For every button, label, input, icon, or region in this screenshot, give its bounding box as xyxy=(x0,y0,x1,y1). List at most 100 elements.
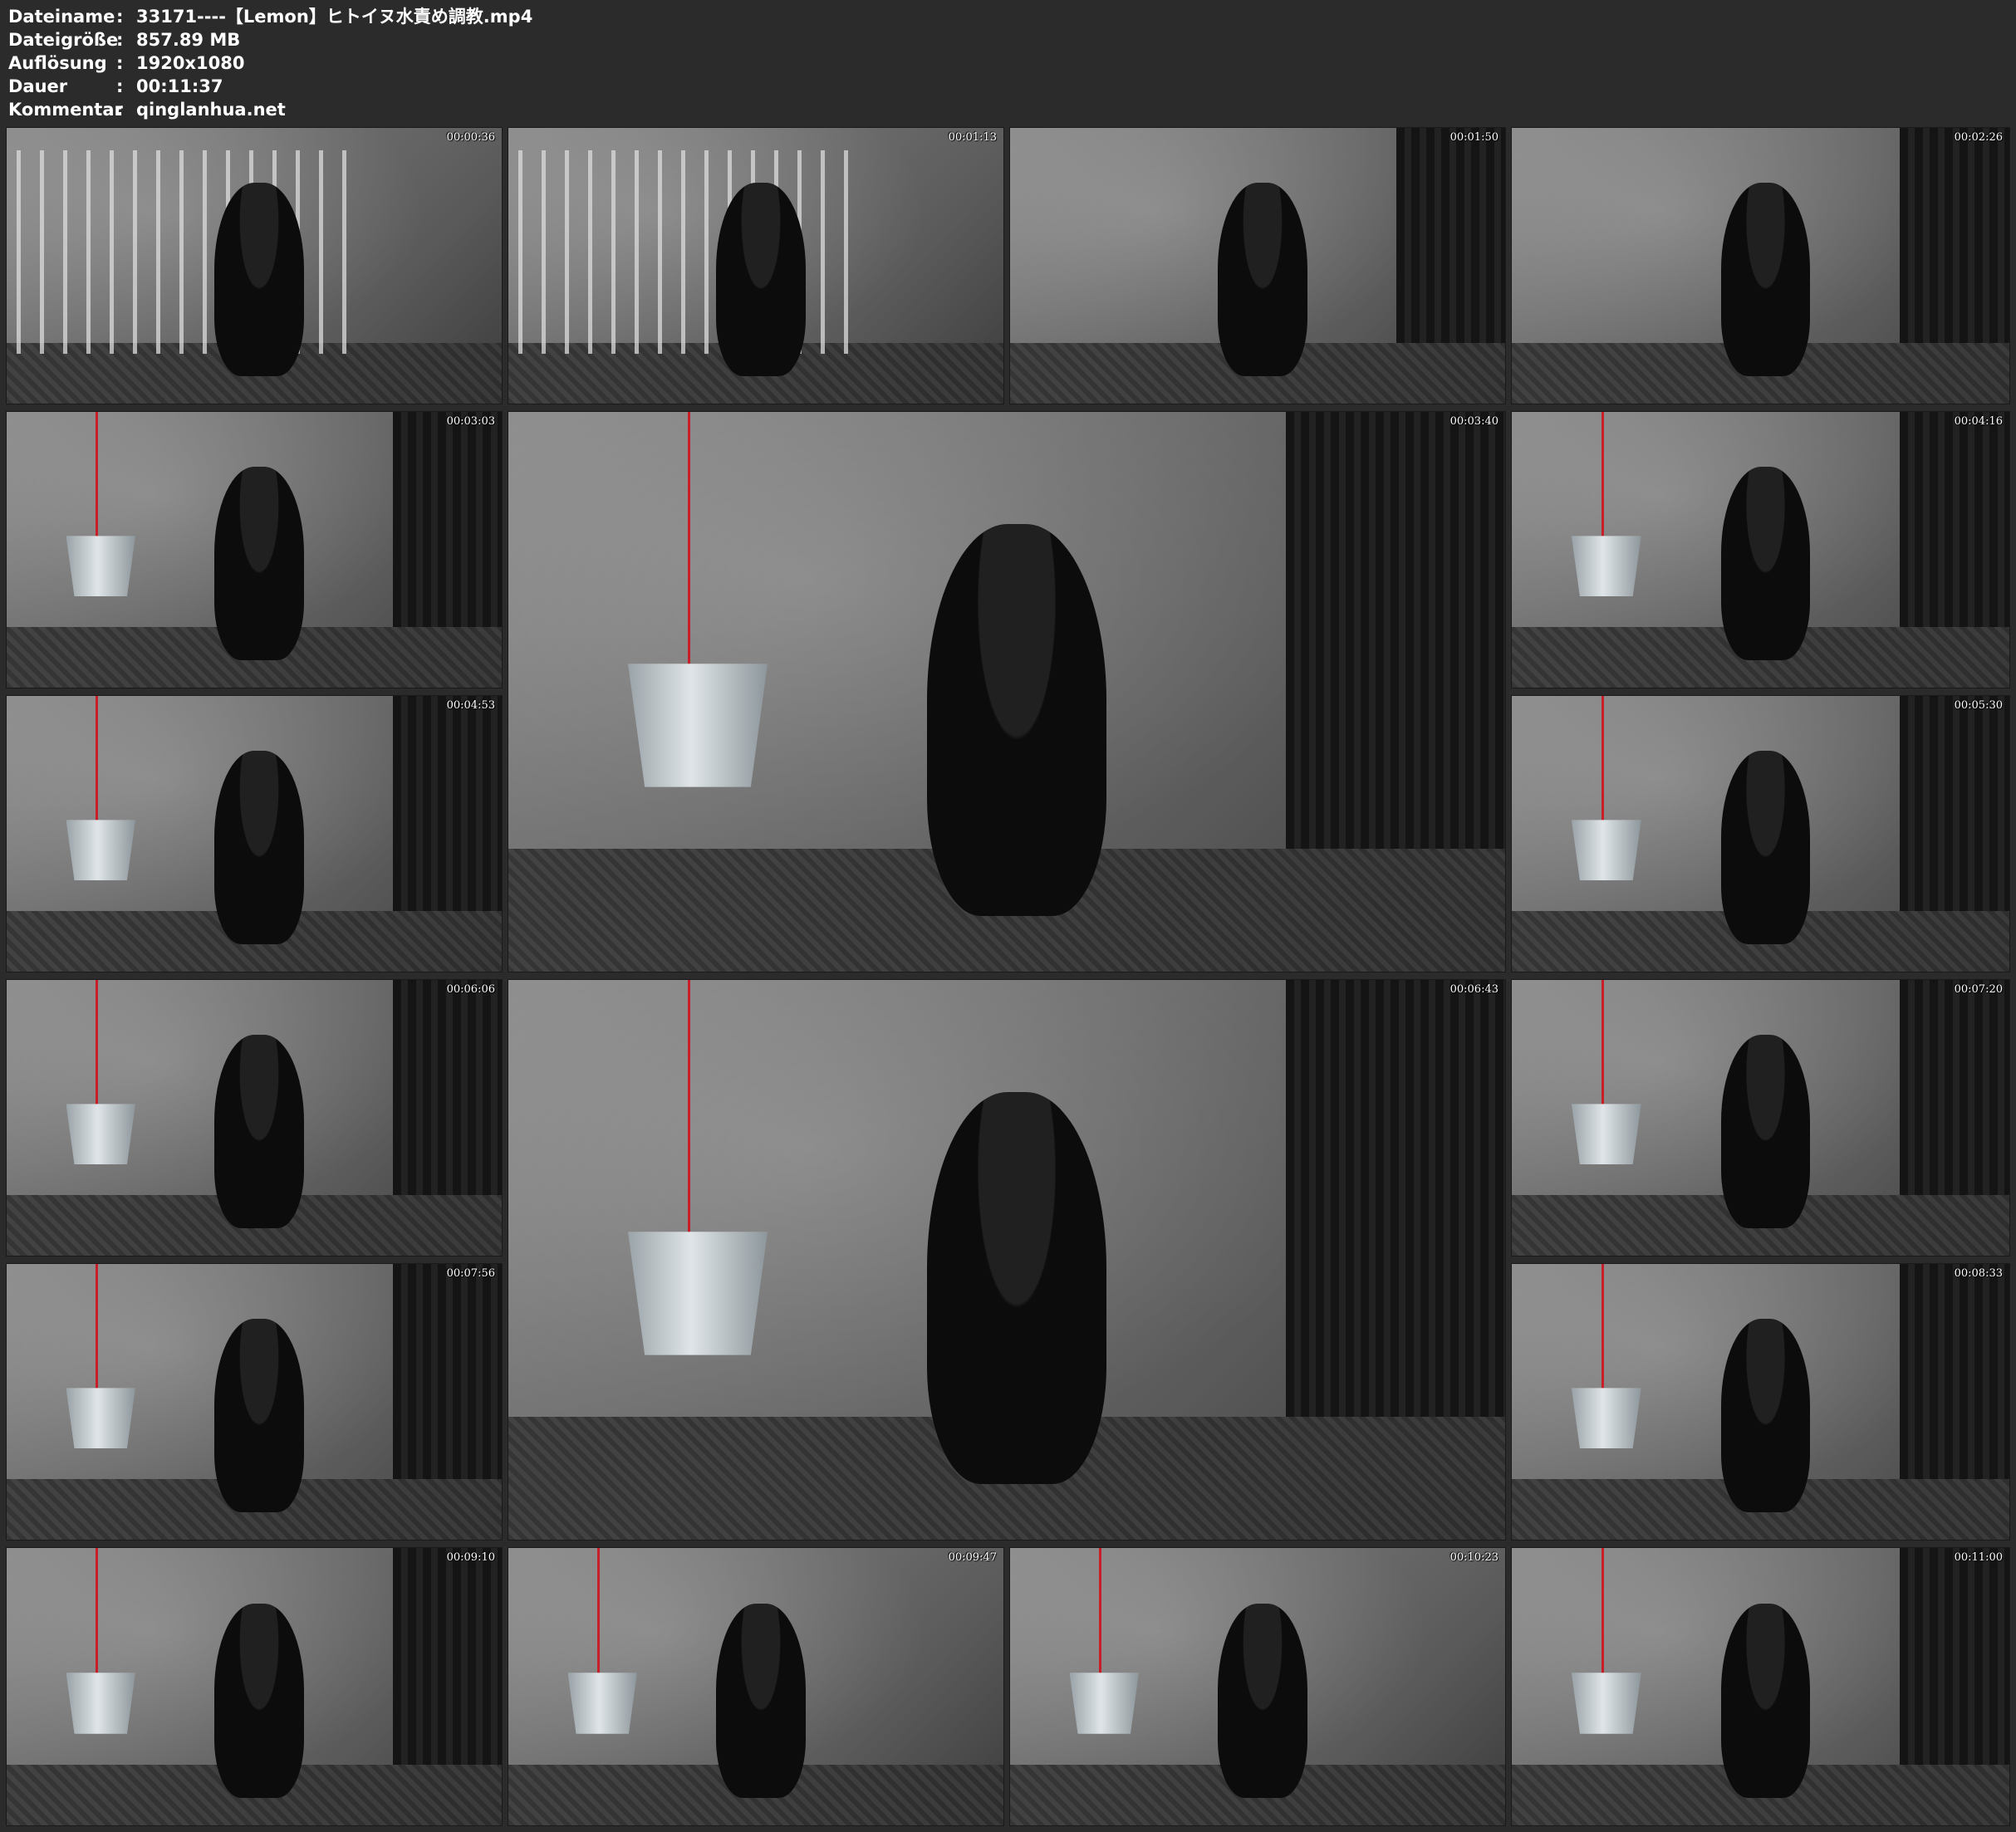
info-value: qinglanhua.net xyxy=(136,100,286,120)
thumbnail-scene xyxy=(1900,1264,2009,1479)
thumbnail-scene xyxy=(1571,1673,1641,1734)
video-thumbnail[interactable]: 00:11:00 xyxy=(1511,1547,2010,1826)
video-thumbnail[interactable]: 00:05:30 xyxy=(1511,695,2010,972)
info-label: Dauer xyxy=(8,76,68,96)
video-thumbnail[interactable]: 00:01:13 xyxy=(508,127,1004,404)
thumbnail-scene xyxy=(1396,128,1505,343)
thumbnail-scene xyxy=(927,523,1106,916)
thumbnail-scene xyxy=(66,1673,135,1734)
thumbnail-scene xyxy=(1720,1035,1811,1228)
video-thumbnail[interactable]: 00:01:50 xyxy=(1009,127,1506,404)
thumbnail-scene xyxy=(214,1319,304,1512)
thumbnail-timestamp: 00:10:23 xyxy=(1449,1551,1499,1564)
thumbnail-timestamp: 00:05:30 xyxy=(1954,699,2003,712)
thumbnail-timestamp: 00:04:53 xyxy=(446,699,495,712)
thumbnail-timestamp: 00:11:00 xyxy=(1954,1551,2003,1564)
video-thumbnail[interactable]: 00:02:26 xyxy=(1511,127,2010,404)
thumbnail-timestamp: 00:07:56 xyxy=(446,1267,495,1280)
info-value: 857.89 MB xyxy=(136,30,241,50)
thumbnail-scene xyxy=(1900,128,2009,343)
thumbnail-scene xyxy=(214,751,304,944)
thumbnail-scene xyxy=(1286,412,1505,849)
video-thumbnail[interactable]: 00:09:47 xyxy=(508,1547,1004,1826)
video-thumbnail[interactable]: 00:03:03 xyxy=(6,411,503,688)
thumbnail-scene xyxy=(1900,412,2009,627)
thumbnail-scene xyxy=(1720,467,1811,660)
video-thumbnail[interactable]: 00:07:56 xyxy=(6,1263,503,1541)
info-row-comment: Kommentar : qinglanhua.net xyxy=(8,98,532,121)
thumbnail-timestamp: 00:09:10 xyxy=(446,1551,495,1564)
thumbnail-scene xyxy=(214,1035,304,1228)
thumbnail-scene xyxy=(927,1091,1106,1484)
info-separator: : xyxy=(116,76,124,96)
thumbnail-scene xyxy=(392,412,502,627)
thumbnail-scene xyxy=(628,664,768,787)
info-label: Auflösung xyxy=(8,53,107,73)
thumbnail-scene xyxy=(628,1232,768,1355)
info-row-filesize: Dateigröße : 857.89 MB xyxy=(8,28,532,51)
thumbnail-scene xyxy=(66,820,135,881)
thumbnail-scene xyxy=(1900,1548,2009,1765)
thumbnail-timestamp: 00:01:13 xyxy=(948,131,997,144)
video-thumbnail[interactable]: 00:10:23 xyxy=(1009,1547,1506,1826)
info-separator: : xyxy=(116,53,124,73)
thumbnail-scene xyxy=(1720,1319,1811,1512)
thumbnail-scene xyxy=(567,1673,637,1734)
thumbnail-scene xyxy=(392,1548,502,1765)
thumbnail-scene xyxy=(1069,1673,1139,1734)
video-thumbnail[interactable]: 00:00:36 xyxy=(6,127,503,404)
thumbnail-timestamp: 00:03:40 xyxy=(1449,415,1499,428)
thumbnail-scene xyxy=(66,1104,135,1165)
thumbnail-timestamp: 00:06:43 xyxy=(1449,983,1499,996)
video-thumbnail[interactable]: 00:04:53 xyxy=(6,695,503,972)
thumbnail-scene xyxy=(392,980,502,1195)
video-thumbnail[interactable]: 00:04:16 xyxy=(1511,411,2010,688)
video-thumbnail[interactable]: 00:08:33 xyxy=(1511,1263,2010,1541)
thumbnail-scene xyxy=(1218,1603,1307,1798)
thumbnail-scene xyxy=(66,536,135,597)
thumbnail-timestamp: 00:02:26 xyxy=(1954,131,2003,144)
thumbnail-scene xyxy=(1571,1104,1641,1165)
thumbnail-scene xyxy=(1571,536,1641,597)
info-row-duration: Dauer : 00:11:37 xyxy=(8,75,532,98)
thumbnail-scene xyxy=(1286,980,1505,1417)
video-thumbnail-large[interactable]: 00:03:40 xyxy=(508,411,1506,972)
thumbnail-scene xyxy=(1571,820,1641,881)
thumbnail-scene xyxy=(66,1388,135,1449)
thumbnail-timestamp: 00:06:06 xyxy=(446,983,495,996)
file-info-header: Dateiname : 33171----【Lemon】ヒトイヌ水責め調教.mp… xyxy=(8,5,532,121)
info-row-filename: Dateiname : 33171----【Lemon】ヒトイヌ水責め調教.mp… xyxy=(8,5,532,28)
thumbnail-scene xyxy=(1571,1388,1641,1449)
thumbnail-timestamp: 00:09:47 xyxy=(948,1551,997,1564)
thumbnail-scene xyxy=(716,1603,806,1798)
thumbnail-scene xyxy=(214,467,304,660)
info-label: Kommentar xyxy=(8,100,123,120)
info-row-resolution: Auflösung : 1920x1080 xyxy=(8,51,532,75)
info-separator: : xyxy=(116,30,124,50)
thumbnail-timestamp: 00:00:36 xyxy=(446,131,495,144)
thumbnail-timestamp: 00:08:33 xyxy=(1954,1267,2003,1280)
info-label: Dateigröße xyxy=(8,30,119,50)
thumbnail-timestamp: 00:01:50 xyxy=(1449,131,1499,144)
info-value: 00:11:37 xyxy=(136,76,223,96)
video-thumbnail[interactable]: 00:09:10 xyxy=(6,1547,503,1826)
info-separator: : xyxy=(116,100,124,120)
info-label: Dateiname xyxy=(8,7,115,27)
thumbnail-timestamp: 00:04:16 xyxy=(1954,415,2003,428)
thumbnail-scene xyxy=(716,183,806,376)
video-thumbnail[interactable]: 00:07:20 xyxy=(1511,979,2010,1256)
info-value: 1920x1080 xyxy=(136,53,245,73)
video-thumbnail[interactable]: 00:06:06 xyxy=(6,979,503,1256)
thumbnail-scene xyxy=(1218,183,1307,376)
thumbnail-timestamp: 00:03:03 xyxy=(446,415,495,428)
info-value: 33171----【Lemon】ヒトイヌ水責め調教.mp4 xyxy=(136,7,533,27)
thumbnail-scene xyxy=(392,1264,502,1479)
thumbnail-scene xyxy=(214,1603,304,1798)
thumbnail-scene xyxy=(392,696,502,911)
thumbnail-timestamp: 00:07:20 xyxy=(1954,983,2003,996)
video-thumbnail-large[interactable]: 00:06:43 xyxy=(508,979,1506,1541)
thumbnail-scene xyxy=(1720,1603,1811,1798)
info-separator: : xyxy=(116,7,124,27)
thumbnail-scene xyxy=(1720,751,1811,944)
thumbnail-scene xyxy=(214,183,304,376)
